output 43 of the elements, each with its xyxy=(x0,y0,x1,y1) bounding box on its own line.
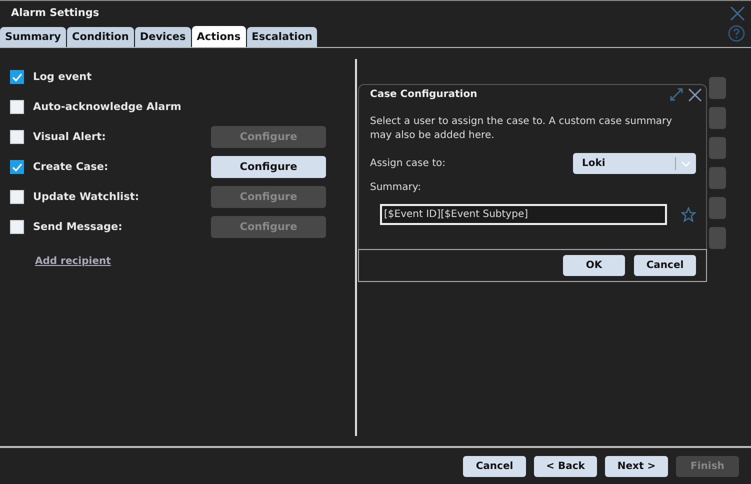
caret-icon xyxy=(681,160,691,166)
tab[interactable]: Devices xyxy=(134,27,191,47)
action-label: Send Message: xyxy=(33,221,124,233)
dialog-title: Case Configuration xyxy=(370,89,478,100)
checkbox[interactable] xyxy=(10,70,24,84)
button[interactable] xyxy=(709,227,726,249)
tab[interactable]: Escalation xyxy=(246,27,318,47)
button[interactable] xyxy=(709,77,726,99)
action-label: Visual Alert: xyxy=(33,131,107,143)
button[interactable] xyxy=(709,137,726,159)
button[interactable] xyxy=(709,197,726,219)
footer-button[interactable]: Cancel xyxy=(463,456,526,476)
expand-icon[interactable] xyxy=(670,88,683,101)
button[interactable] xyxy=(709,107,726,129)
checkbox[interactable] xyxy=(10,130,24,144)
button[interactable] xyxy=(709,167,726,189)
action-label: Auto-acknowledge Alarm xyxy=(33,101,182,113)
help-icon[interactable] xyxy=(728,24,745,42)
footer-button[interactable]: Next > xyxy=(605,456,668,476)
action-label: Log event xyxy=(33,71,93,83)
configure-button[interactable]: Configure xyxy=(211,156,326,178)
checkbox[interactable] xyxy=(10,100,24,114)
action-label: Update Watchlist: xyxy=(33,191,140,203)
star-icon[interactable] xyxy=(681,207,696,222)
summary-field[interactable]: [$Event ID][$Event Subtype] xyxy=(380,204,667,225)
tab[interactable]: Actions xyxy=(192,26,246,47)
tab[interactable]: Condition xyxy=(67,27,134,47)
checkbox[interactable] xyxy=(10,160,24,174)
add-recipient-link[interactable]: Add recipient xyxy=(35,256,111,267)
checkbox[interactable] xyxy=(10,190,24,204)
assign-label: Assign case to: xyxy=(370,158,446,169)
dialog-button[interactable]: OK xyxy=(563,255,625,276)
close-icon[interactable] xyxy=(688,88,702,102)
window-title: Alarm Settings xyxy=(11,7,100,19)
dialog-description: Select a user to assign the case to. A custom case summary may also be added here. xyxy=(370,115,674,143)
dialog-button[interactable]: Cancel xyxy=(634,255,696,276)
tab[interactable]: Summary xyxy=(0,27,66,47)
assignee-dropdown[interactable]: Loki xyxy=(573,153,696,174)
action-label: Create Case: xyxy=(33,161,110,173)
close-icon[interactable] xyxy=(730,6,745,20)
summary-label: Summary: xyxy=(370,182,421,193)
footer-button[interactable]: < Back xyxy=(534,456,597,476)
checkbox[interactable] xyxy=(10,220,24,234)
